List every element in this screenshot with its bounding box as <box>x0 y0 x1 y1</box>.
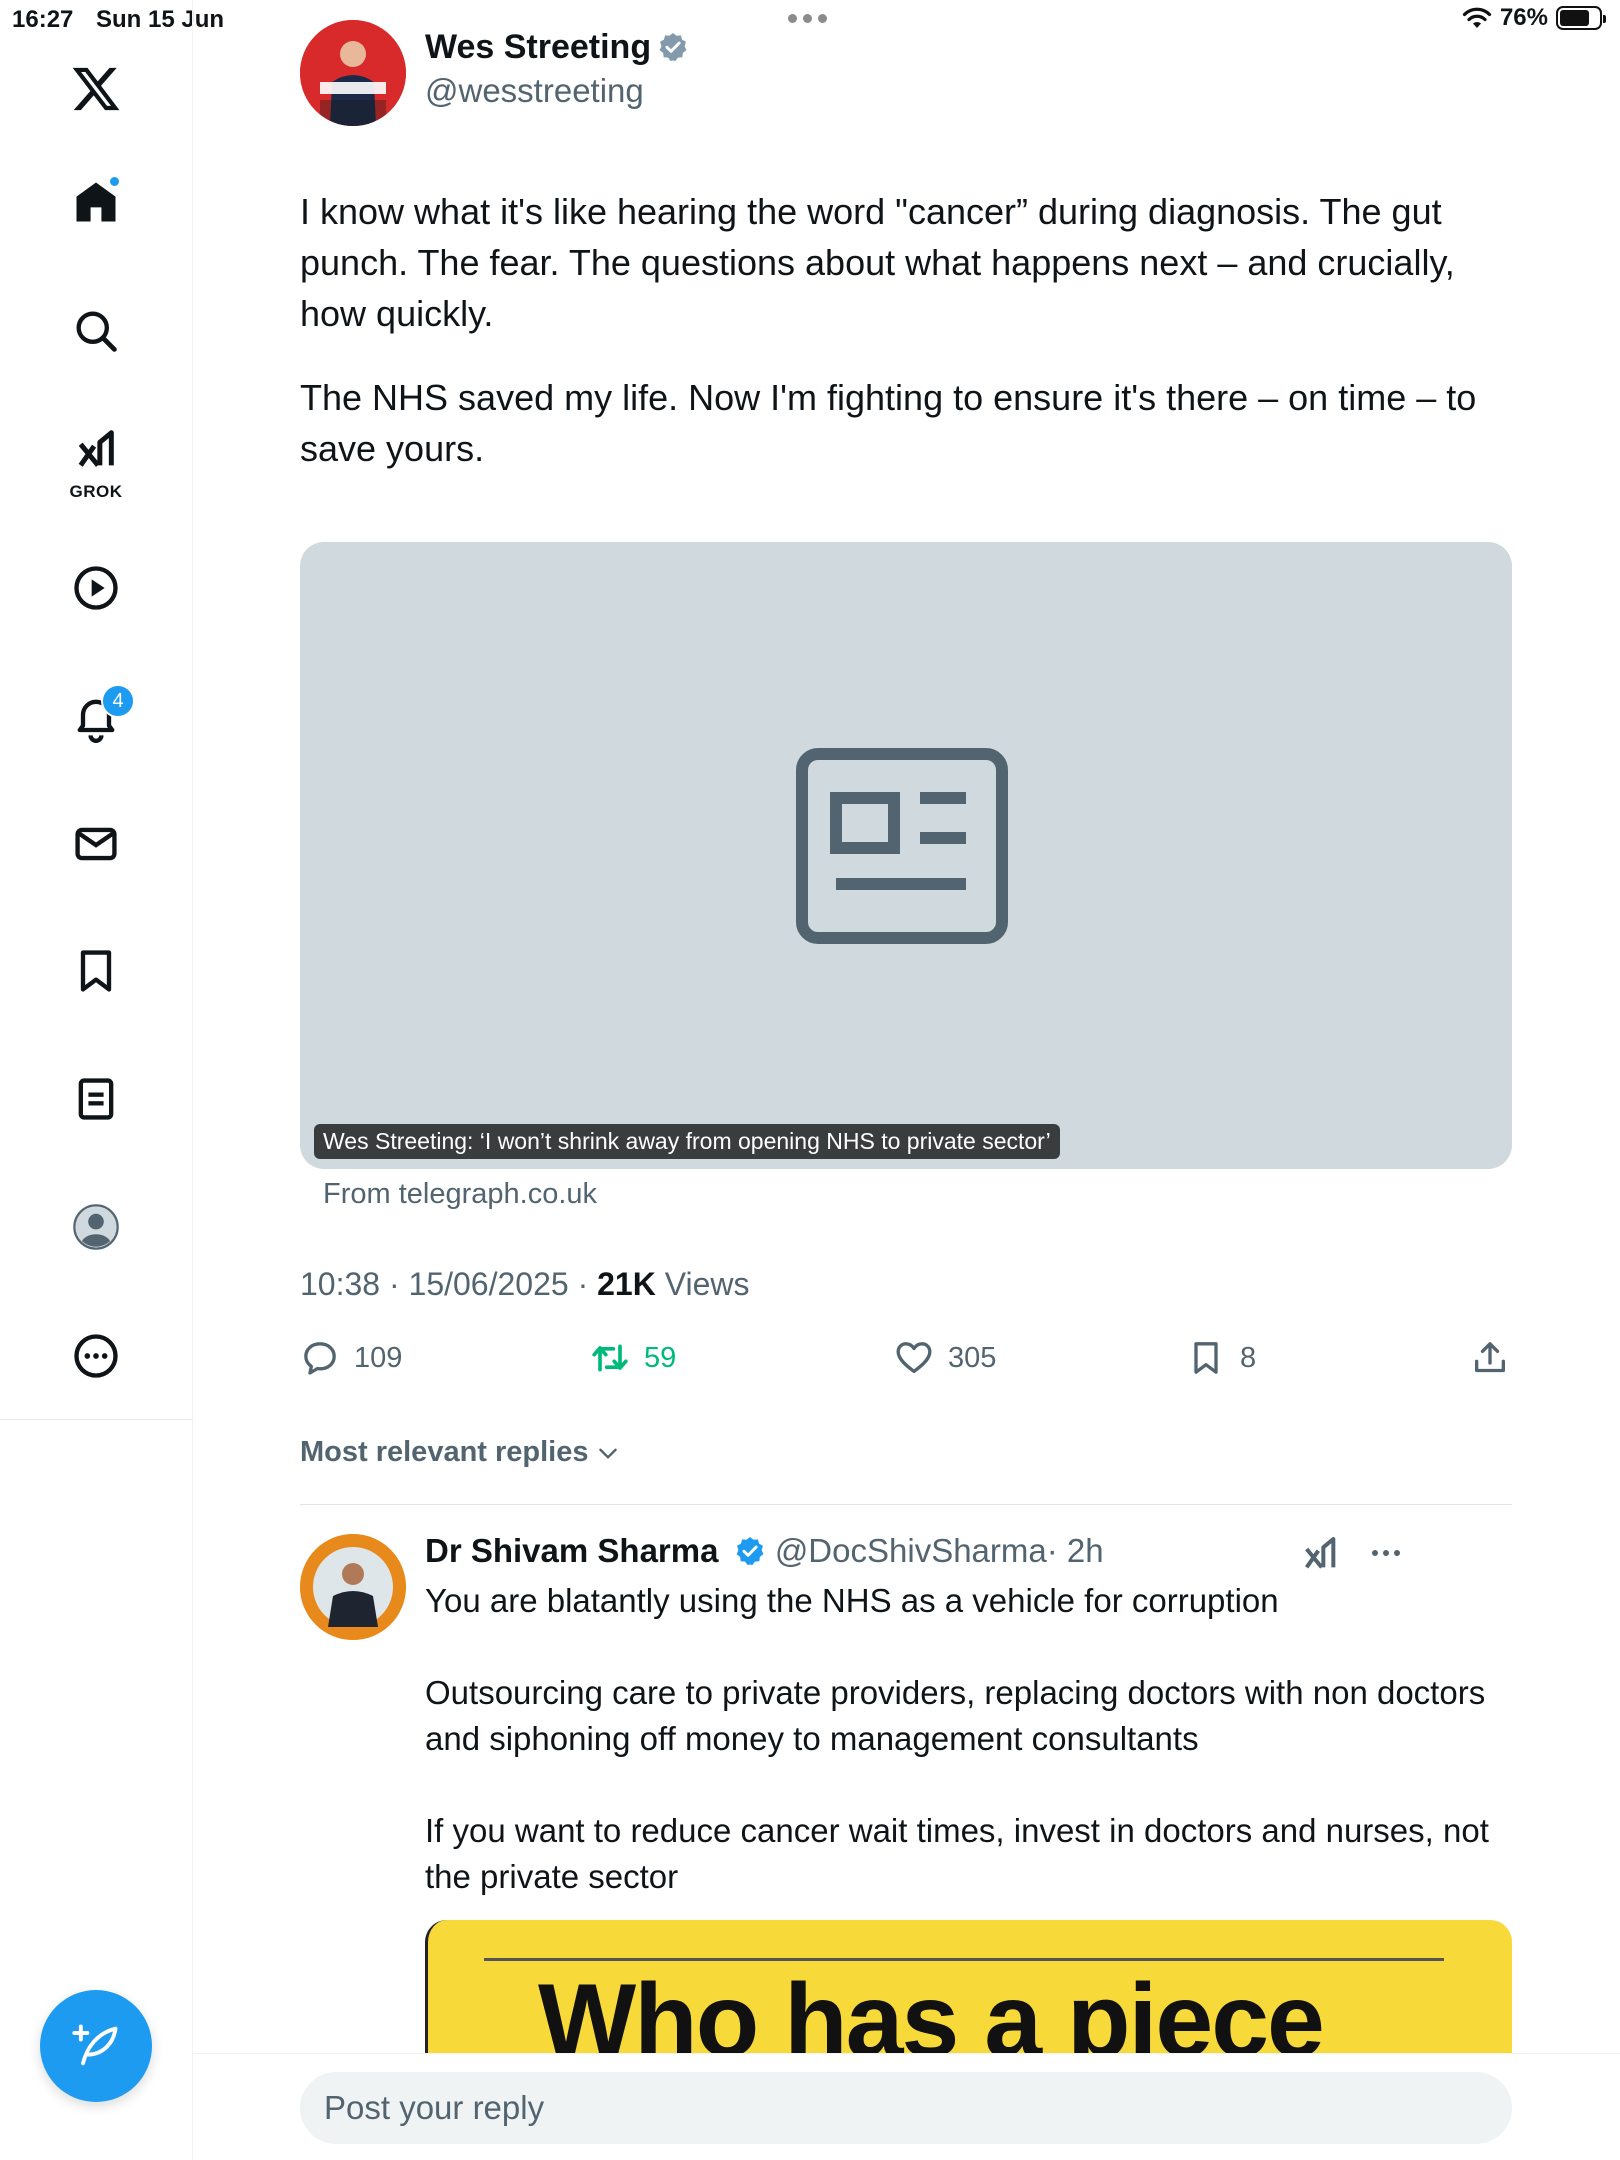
reply-input[interactable] <box>300 2072 1512 2144</box>
tweet-meta: 10:38 · 15/06/2025 · 21K Views <box>300 1266 749 1303</box>
search-icon <box>76 311 117 352</box>
replies-sort-dropdown[interactable]: Most relevant replies <box>300 1436 621 1469</box>
tweet-text: I know what it's like hearing the word "… <box>300 186 1525 507</box>
avatar[interactable] <box>300 20 406 126</box>
author-name-row[interactable]: Wes Streeting <box>425 28 689 67</box>
reply-button[interactable]: 109 <box>300 1338 402 1378</box>
views-count: 21K <box>597 1266 656 1302</box>
sidebar-item-lists[interactable] <box>57 1060 135 1138</box>
reply-header: Dr Shivam Sharma @DocShivSharma· 2h <box>425 1532 1104 1570</box>
bookmark-icon <box>1194 1342 1218 1374</box>
profile-icon <box>73 1204 119 1250</box>
author-name[interactable]: Wes Streeting <box>425 28 651 66</box>
reply-paragraph: If you want to reduce cancer wait times,… <box>425 1812 1489 1895</box>
sidebar-item-profile[interactable] <box>57 1188 135 1266</box>
sidebar-item-videos[interactable] <box>57 549 135 627</box>
more-options-icon[interactable] <box>1372 1550 1400 1556</box>
card-title: Wes Streeting: ‘I won’t shrink away from… <box>314 1124 1060 1159</box>
verified-badge-icon <box>659 33 687 62</box>
author-handle[interactable]: @wesstreeting <box>425 72 644 110</box>
reply-composer-bar <box>193 2053 1620 2160</box>
retweet-icon <box>592 1344 628 1372</box>
reply-count: 109 <box>354 1341 403 1374</box>
reply-author-handle[interactable]: @DocShivSharma <box>775 1532 1047 1569</box>
reply-author-photo <box>300 1534 406 1640</box>
notification-count-badge: 4 <box>101 684 135 718</box>
main-column: Wes Streeting @wesstreeting I know what … <box>193 0 1620 2160</box>
sidebar-item-bookmarks[interactable] <box>57 932 135 1010</box>
bookmark-button[interactable]: 8 <box>1186 1338 1256 1378</box>
reply-paragraph: You are blatantly using the NHS as a veh… <box>425 1582 1279 1619</box>
news-article-icon <box>796 748 1008 944</box>
tweet-paragraph: The NHS saved my life. Now I'm fighting … <box>300 377 1477 469</box>
compose-button[interactable] <box>40 1990 152 2102</box>
share-button[interactable] <box>1470 1338 1510 1378</box>
link-card[interactable]: Wes Streeting: ‘I won’t shrink away from… <box>300 542 1512 1169</box>
sidebar-item-notifications[interactable]: 4 <box>57 678 135 756</box>
reply-icon <box>304 1342 336 1375</box>
divider <box>300 1504 1512 1505</box>
sidebar: GROK 4 <box>0 0 193 2160</box>
play-icon <box>74 566 118 610</box>
sidebar-divider <box>0 1419 193 1420</box>
chevron-down-icon <box>598 1448 617 1459</box>
grok-icon <box>78 430 114 467</box>
more-icon <box>74 1334 118 1378</box>
sidebar-item-messages[interactable] <box>57 805 135 883</box>
card-source[interactable]: From telegraph.co.uk <box>323 1178 597 1211</box>
sidebar-item-home[interactable] <box>57 163 135 241</box>
like-button[interactable]: 305 <box>894 1338 996 1378</box>
share-icon <box>1475 1342 1505 1373</box>
reply-time: · 2h <box>1046 1532 1104 1569</box>
bookmark-icon <box>80 950 112 992</box>
sidebar-item-more[interactable] <box>57 1317 135 1395</box>
like-count: 305 <box>948 1341 997 1374</box>
bookmark-count: 8 <box>1240 1341 1257 1374</box>
tweet-paragraph: I know what it's like hearing the word "… <box>300 191 1455 334</box>
sidebar-item-grok[interactable]: GROK <box>57 418 135 504</box>
retweet-count: 59 <box>644 1341 677 1374</box>
heart-icon <box>896 1342 932 1373</box>
verified-badge-icon <box>736 1537 763 1566</box>
sidebar-item-explore[interactable] <box>57 292 135 370</box>
timestamp[interactable]: 10:38 · 15/06/2025 · <box>300 1266 597 1302</box>
grok-icon[interactable] <box>1300 1534 1340 1574</box>
list-icon <box>78 1078 114 1120</box>
image-rule <box>484 1958 1444 1961</box>
views-label: Views <box>655 1266 750 1302</box>
reply-author-name[interactable]: Dr Shivam Sharma <box>425 1532 718 1569</box>
x-logo-icon[interactable] <box>57 50 135 128</box>
reply-avatar[interactable] <box>300 1534 406 1640</box>
retweet-button[interactable]: 59 <box>590 1338 676 1378</box>
replies-sort-label: Most relevant replies <box>300 1436 589 1468</box>
envelope-icon <box>75 827 117 861</box>
reply-text: You are blatantly using the NHS as a veh… <box>425 1578 1515 1946</box>
unread-dot <box>108 175 121 188</box>
compose-icon <box>72 2024 118 2066</box>
author-photo <box>300 20 406 126</box>
grok-label: GROK <box>69 482 123 501</box>
tweet-actions: 109 59 305 8 <box>300 1338 1512 1386</box>
reply-paragraph: Outsourcing care to private providers, r… <box>425 1674 1486 1757</box>
